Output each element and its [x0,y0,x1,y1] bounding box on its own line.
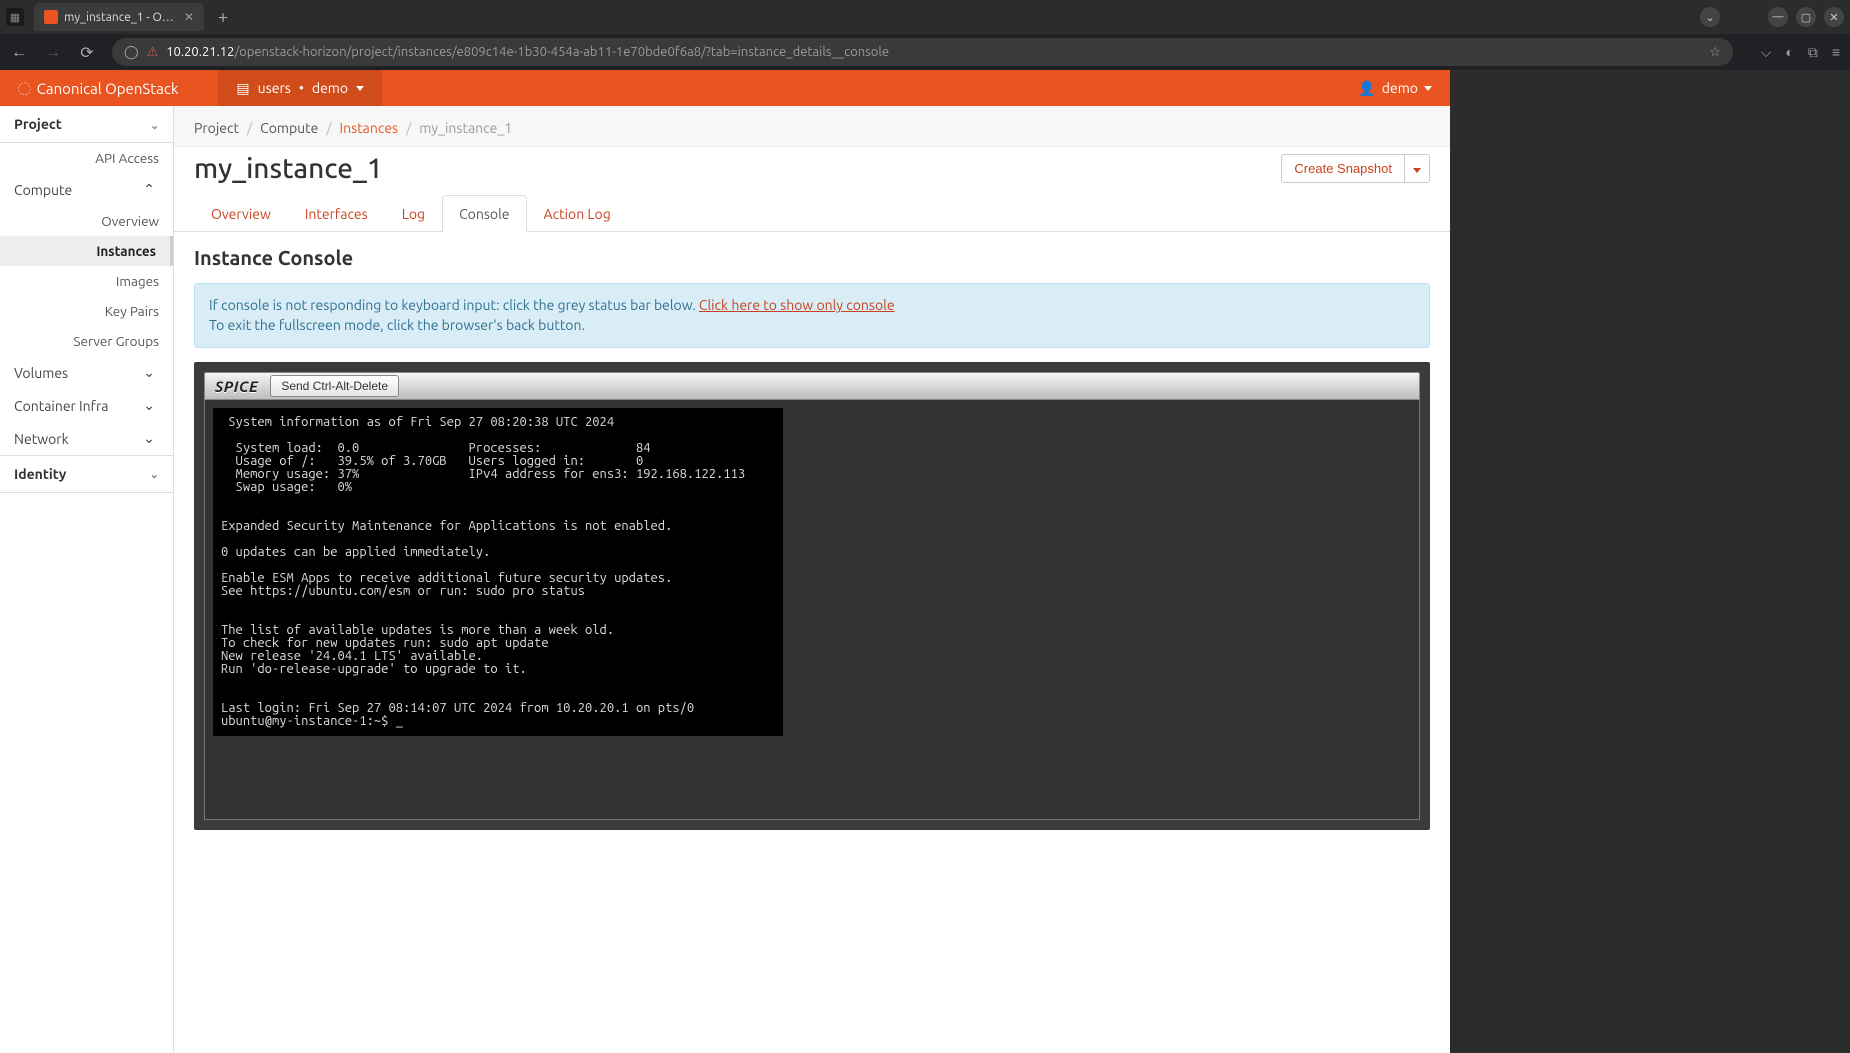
project-switcher[interactable]: ▤ users • demo [218,70,382,106]
sidebar-group-compute[interactable]: Compute⌃ [0,173,173,206]
section-title: Instance Console [174,232,1450,277]
shield-icon[interactable]: ◯ [124,45,139,60]
sidebar-header-project[interactable]: Project⌃ [0,106,173,143]
breadcrumb-current: my_instance_1 [419,120,512,136]
domain-label: users [258,80,291,96]
breadcrumb-compute: Compute [260,120,318,136]
tab-title: my_instance_1 - OpenSt… [64,11,178,24]
sidebar: Project⌃ API Access Compute⌃ Overview In… [0,106,174,1053]
close-window-icon[interactable]: ✕ [1824,7,1844,27]
sidebar-group-volumes[interactable]: Volumes⌄ [0,356,173,389]
terminal[interactable]: System information as of Fri Sep 27 08:2… [213,408,783,736]
actions-dropdown-button[interactable] [1405,154,1430,183]
tabs: Overview Interfaces Log Console Action L… [174,194,1450,232]
back-button[interactable]: ← [10,43,28,62]
show-only-console-link[interactable]: Click here to show only console [699,297,895,313]
chevron-down-icon: ⌄ [143,364,155,381]
content: Project / Compute / Instances / my_insta… [174,106,1450,1053]
horizon-topbar: ◌ Canonical OpenStack ▤ users • demo 👤 d… [0,70,1450,106]
url-path: /openstack-horizon/project/instances/e80… [234,45,889,59]
caret-down-icon [1413,168,1421,173]
account-icon[interactable]: ◐ [1785,44,1793,61]
tab-action-log[interactable]: Action Log [527,195,628,232]
info-line2: To exit the fullscreen mode, click the b… [209,317,585,333]
tab-close-icon[interactable]: ✕ [184,10,194,24]
sidebar-item-overview[interactable]: Overview [0,206,173,236]
user-label: demo [1382,80,1418,96]
sidebar-item-instances[interactable]: Instances [0,236,173,266]
sidebar-group-container-infra[interactable]: Container Infra⌄ [0,389,173,422]
sidebar-group-network[interactable]: Network⌄ [0,422,173,455]
extensions-icon[interactable]: ⧉ [1808,44,1818,61]
tab-interfaces[interactable]: Interfaces [288,195,385,232]
not-secure-icon[interactable]: ⚠ [147,45,159,60]
project-label: demo [312,80,348,96]
sidebar-item-server-groups[interactable]: Server Groups [0,326,173,356]
user-menu[interactable]: 👤 demo [1358,80,1432,97]
sidebar-header-identity[interactable]: Identity⌄ [0,455,173,493]
brand[interactable]: ◌ Canonical OpenStack [18,80,178,97]
maximize-icon[interactable]: ▢ [1796,7,1816,27]
tab-favicon [44,10,58,24]
menu-icon[interactable]: ≡ [1832,44,1840,61]
app-icon: ▦ [6,8,24,26]
console-frame[interactable]: System information as of Fri Sep 27 08:2… [204,400,1420,820]
forward-button[interactable]: → [44,43,62,62]
minimize-icon[interactable]: — [1768,7,1788,27]
spice-label: SPICE [215,378,258,395]
console-info-alert: If console is not responding to keyboard… [194,283,1430,348]
user-icon: 👤 [1358,80,1375,97]
domain-icon: ▤ [236,80,249,97]
console-wrap: SPICE Send Ctrl-Alt-Delete System inform… [194,362,1430,830]
window-controls: ⌄ — ▢ ✕ [1700,7,1844,27]
tab-log[interactable]: Log [385,195,442,232]
reload-button[interactable]: ⟳ [78,43,96,62]
brand-text: Canonical OpenStack [37,80,179,97]
bookmark-icon[interactable]: ☆ [1709,45,1721,60]
sidebar-item-images[interactable]: Images [0,266,173,296]
caret-down-icon [356,86,364,91]
create-snapshot-button[interactable]: Create Snapshot [1281,154,1405,183]
chevron-down-icon: ⌄ [143,397,155,414]
chevron-up-icon: ⌃ [150,118,159,131]
browser-toolbar: ← → ⟳ ◯ ⚠ 10.20.21.12/openstack-horizon/… [0,34,1850,70]
tab-overview[interactable]: Overview [194,195,288,232]
spice-status-bar[interactable]: SPICE Send Ctrl-Alt-Delete [204,372,1420,400]
url-bar[interactable]: ◯ ⚠ 10.20.21.12/openstack-horizon/projec… [112,38,1733,66]
sidebar-item-key-pairs[interactable]: Key Pairs [0,296,173,326]
tab-overview-icon[interactable]: ⌄ [1700,7,1720,27]
send-ctrl-alt-delete-button[interactable]: Send Ctrl-Alt-Delete [270,375,399,397]
browser-tab[interactable]: my_instance_1 - OpenSt… ✕ [34,3,204,31]
pocket-icon[interactable]: ⌵ [1761,44,1772,61]
page-title: my_instance_1 [194,153,383,184]
breadcrumb-instances-link[interactable]: Instances [340,120,399,136]
chevron-down-icon: ⌄ [150,468,159,481]
sidebar-item-api-access[interactable]: API Access [0,143,173,173]
info-line1-prefix: If console is not responding to keyboard… [209,297,699,313]
caret-down-icon [1424,86,1432,91]
breadcrumb: Project / Compute / Instances / my_insta… [174,106,1450,147]
breadcrumb-project: Project [194,120,239,136]
tab-console[interactable]: Console [442,195,526,232]
new-tab-button[interactable]: + [218,7,228,27]
os-titlebar: ▦ my_instance_1 - OpenSt… ✕ + ⌄ — ▢ ✕ [0,0,1850,34]
url-host: 10.20.21.12 [166,45,234,59]
chevron-down-icon: ⌄ [143,430,155,447]
chevron-up-icon: ⌃ [143,181,155,198]
brand-icon: ◌ [18,80,31,97]
